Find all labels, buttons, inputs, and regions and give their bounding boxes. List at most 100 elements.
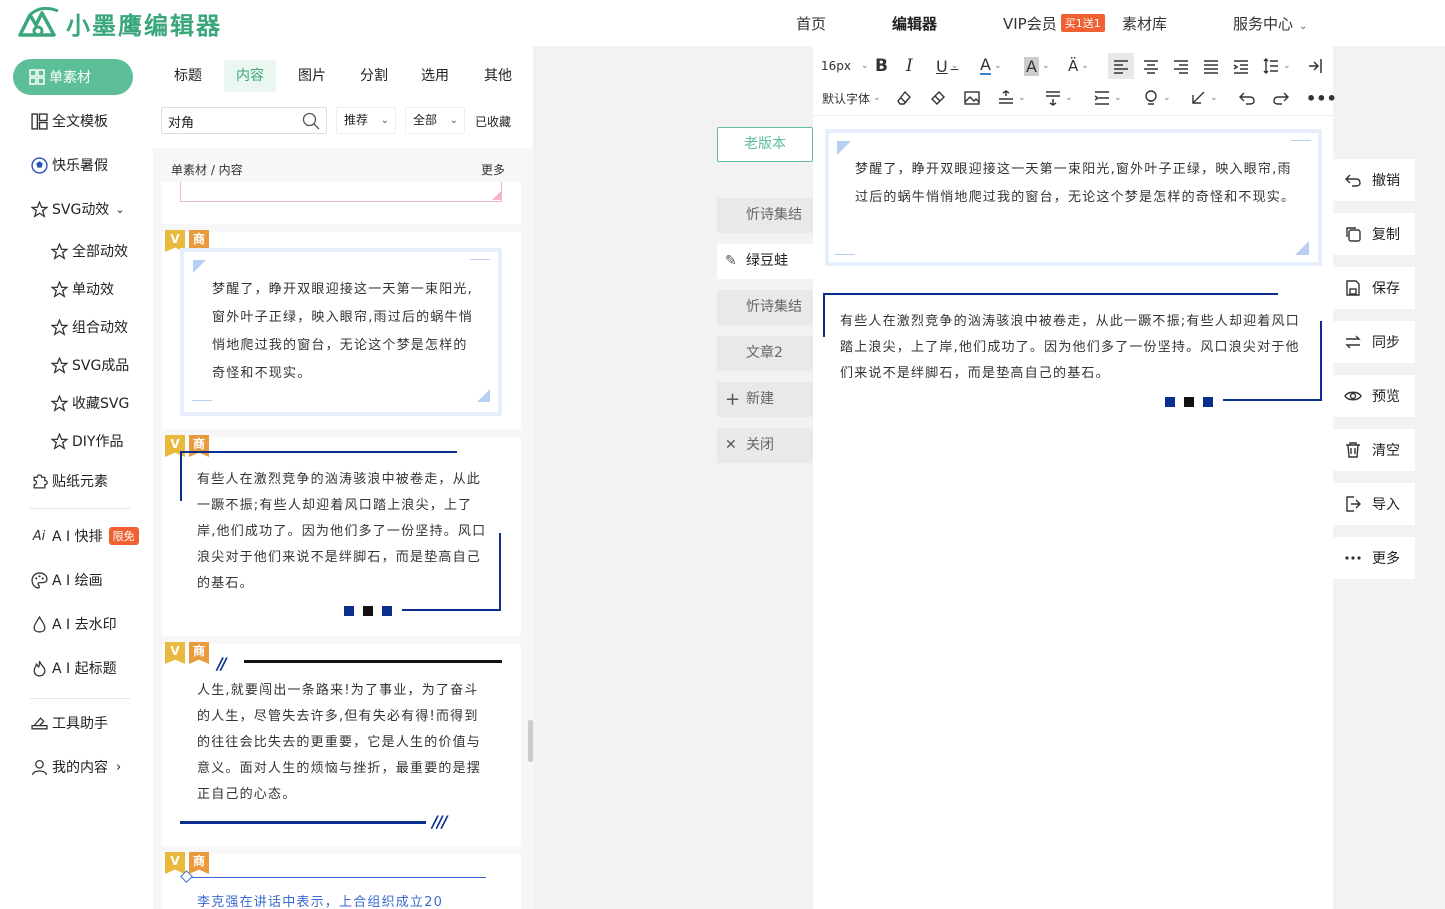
- sidebar-item-svg-finished[interactable]: SVG成品: [50, 353, 129, 377]
- sidebar-item-my-content[interactable]: 我的内容 ›: [30, 755, 121, 779]
- material-card[interactable]: V 商 // 人生,就要闯出一条路来!为了事业，为了奋斗的人生，尽管失去许多,但…: [162, 642, 521, 846]
- tab-other[interactable]: 其他: [475, 60, 521, 92]
- nav-home[interactable]: 首页: [796, 13, 826, 34]
- slash-decoration: ///: [432, 812, 448, 831]
- drop-icon: [30, 615, 48, 633]
- redo-icon[interactable]: [1272, 87, 1290, 109]
- scope-select[interactable]: 全部 ⌄: [405, 107, 465, 134]
- more-link[interactable]: 更多: [481, 161, 505, 178]
- chevron-down-icon: ⌄: [380, 115, 389, 126]
- line-height-icon[interactable]: ⌄: [1262, 55, 1291, 77]
- align-center-icon[interactable]: [1142, 55, 1160, 77]
- divider: [30, 508, 130, 509]
- sidebar-item-diy[interactable]: DIY作品: [50, 429, 123, 453]
- align-right-icon[interactable]: [1172, 55, 1190, 77]
- recommend-select[interactable]: 推荐 ⌄: [336, 107, 396, 134]
- sidebar-item-svg-favorites[interactable]: 收藏SVG: [50, 391, 129, 415]
- material-card[interactable]: V 商 梦醒了，睁开双眼迎接这一天第一束阳光,窗外叶子正绿，映入眼帘,雨过后的蜗…: [162, 230, 521, 429]
- more-button[interactable]: 更多: [1333, 537, 1415, 579]
- sidebar-item-svg-effects[interactable]: SVG动效 ⌄: [30, 197, 125, 221]
- divider: [30, 698, 130, 699]
- new-doc-button[interactable]: + 新建: [717, 382, 813, 417]
- material-card-partial[interactable]: [162, 182, 521, 224]
- more-icon[interactable]: •••: [1306, 87, 1337, 109]
- nav-editor[interactable]: 编辑器: [892, 13, 937, 34]
- tab-divider[interactable]: 分割: [351, 60, 397, 92]
- copy-button[interactable]: 复制: [1333, 213, 1415, 255]
- doc-tab[interactable]: 忻诗集结: [717, 198, 813, 233]
- tab-title[interactable]: 标题: [165, 60, 211, 92]
- export-icon[interactable]: [1306, 55, 1324, 77]
- close-doc-button[interactable]: ✕ 关闭: [717, 428, 813, 463]
- square-dot: [1184, 397, 1194, 407]
- undo-button[interactable]: 撤销: [1333, 159, 1415, 201]
- underline-icon[interactable]: U ⌄: [936, 55, 958, 77]
- tab-content[interactable]: 内容: [224, 60, 276, 92]
- nav-service[interactable]: 服务中心 ⌄: [1233, 13, 1307, 34]
- action-label: 更多: [1372, 551, 1400, 567]
- material-card[interactable]: V 商 有些人在激烈竞争的汹涛骇浪中被卷走，从此一蹶不振;有些人却迎着风口踏上浪…: [162, 435, 521, 636]
- letter-spacing-icon[interactable]: ⌄: [1093, 87, 1122, 109]
- tab-image[interactable]: 图片: [289, 60, 335, 92]
- font-family-select[interactable]: 默认字体 ⌄: [822, 87, 881, 109]
- editor-text[interactable]: 有些人在激烈竞争的汹涛骇浪中被卷走，从此一蹶不振;有些人却迎着风口踏上浪尖，上了…: [840, 309, 1310, 387]
- close-icon: ✕: [725, 437, 737, 453]
- workspace-background: [533, 46, 813, 909]
- top-rule: [184, 877, 486, 878]
- corner-triangle: [477, 389, 490, 402]
- tab-selected[interactable]: 选用: [412, 60, 458, 92]
- card-frame: [180, 182, 502, 202]
- font-color-icon[interactable]: A ⌄: [980, 55, 1002, 77]
- sidebar-item-summer[interactable]: 快乐暑假: [30, 153, 108, 177]
- sync-button[interactable]: 同步: [1333, 321, 1415, 363]
- corner-line: [1291, 140, 1311, 141]
- search-input[interactable]: [168, 111, 298, 131]
- text-effect-icon[interactable]: Ä ⌄: [1068, 55, 1089, 77]
- sidebar-item-single-material[interactable]: 单素材: [13, 59, 133, 95]
- lightbulb-icon[interactable]: ⌄: [1142, 87, 1171, 109]
- fire-icon: [30, 659, 48, 677]
- doc-tab[interactable]: 忻诗集结: [717, 290, 813, 325]
- spacing-bottom-icon[interactable]: ⌄: [1044, 87, 1073, 109]
- sidebar-item-templates[interactable]: 全文模板: [30, 109, 108, 133]
- justify-icon[interactable]: [1202, 55, 1220, 77]
- clear-button[interactable]: 清空: [1333, 429, 1415, 471]
- material-card-partial[interactable]: V 商 李克强在讲话中表示，上合组织成立20: [162, 852, 521, 909]
- sidebar-item-tools[interactable]: 工具助手: [30, 711, 108, 735]
- search-icon[interactable]: [302, 112, 320, 130]
- sidebar-item-ai-title[interactable]: A I 起标题: [30, 656, 117, 680]
- sidebar-item-ai-watermark[interactable]: A I 去水印: [30, 612, 117, 636]
- nav-materials[interactable]: 素材库: [1122, 13, 1167, 34]
- new-doc-label: 新建: [746, 391, 774, 407]
- undo-icon[interactable]: [1238, 87, 1256, 109]
- sidebar-item-stickers[interactable]: 贴纸元素: [30, 469, 108, 493]
- indent-icon[interactable]: [1232, 55, 1250, 77]
- bold-icon[interactable]: B: [875, 55, 888, 77]
- sidebar-item-ai-layout[interactable]: Ai A I 快排 限免: [30, 524, 139, 548]
- logo[interactable]: 小墨鹰编辑器: [16, 6, 222, 40]
- font-size-select[interactable]: 16px ⌄: [821, 55, 869, 77]
- nav-vip[interactable]: VIP会员 买1送1: [1003, 13, 1105, 34]
- eraser-icon[interactable]: [895, 87, 913, 109]
- sidebar-item-single-effect[interactable]: 单动效: [50, 277, 114, 301]
- sidebar-item-all-effects[interactable]: 全部动效: [50, 239, 128, 263]
- doc-tab[interactable]: 文章2: [717, 336, 813, 371]
- format-brush-icon[interactable]: [929, 87, 947, 109]
- sidebar-item-combo-effects[interactable]: 组合动效: [50, 315, 128, 339]
- image-icon[interactable]: [963, 87, 981, 109]
- highlight-icon[interactable]: A ⌄: [1024, 55, 1050, 77]
- align-left-icon[interactable]: [1108, 53, 1134, 79]
- arrow-down-left-icon[interactable]: ⌄: [1189, 87, 1218, 109]
- old-version-button[interactable]: 老版本: [717, 127, 813, 162]
- spacing-top-icon[interactable]: ⌄: [997, 87, 1026, 109]
- import-button[interactable]: 导入: [1333, 483, 1415, 525]
- collected-filter[interactable]: 已收藏: [475, 113, 511, 130]
- sidebar-item-label: A I 绘画: [52, 573, 103, 589]
- doc-tab-active[interactable]: ✎ 绿豆蛙: [717, 244, 813, 279]
- top-rule: [244, 660, 502, 663]
- editor-text[interactable]: 梦醒了，睁开双眼迎接这一天第一束阳光,窗外叶子正绿，映入眼帘,雨过后的蜗牛悄悄地…: [855, 156, 1300, 212]
- preview-button[interactable]: 预览: [1333, 375, 1415, 417]
- sidebar-item-ai-drawing[interactable]: A I 绘画: [30, 568, 103, 592]
- save-button[interactable]: 保存: [1333, 267, 1415, 309]
- italic-icon[interactable]: I: [906, 55, 913, 77]
